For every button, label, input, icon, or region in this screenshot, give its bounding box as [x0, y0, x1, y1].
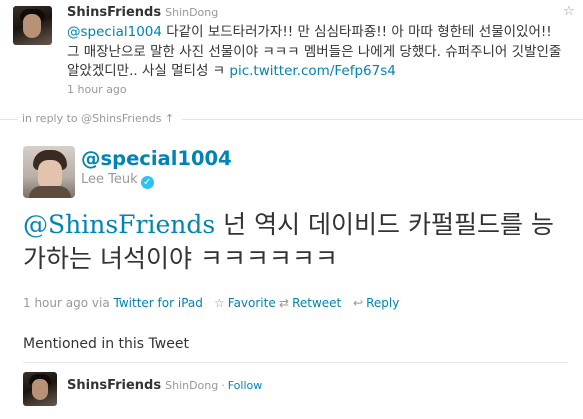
- parent-timestamp[interactable]: 1 hour ago: [67, 83, 127, 96]
- divider-line-left: [0, 119, 18, 120]
- follow-link[interactable]: Follow: [228, 379, 263, 392]
- source-app-link[interactable]: Twitter for iPad: [114, 296, 203, 310]
- reply-button[interactable]: ↩ Reply: [353, 296, 399, 310]
- retweet-button[interactable]: ⇄ Retweet: [279, 296, 341, 310]
- mentioned-user: ShinsFriends ShinDong · Follow: [67, 378, 262, 393]
- divider-line-right: [182, 119, 583, 120]
- mentioned-heading: Mentioned in this Tweet: [23, 336, 189, 352]
- main-avatar[interactable]: [23, 146, 75, 198]
- parent-mention-link[interactable]: @special1004: [67, 24, 162, 40]
- via-label: via: [91, 296, 110, 310]
- in-reply-to-link[interactable]: in reply to @ShinsFriends ↑: [22, 112, 174, 125]
- avatar[interactable]: [13, 6, 52, 45]
- parent-tweet: ShinsFriends ShinDong ☆ @special1004 다같이 …: [0, 0, 583, 102]
- parent-pic-link[interactable]: pic.twitter.com/Fefp67s4: [229, 63, 395, 79]
- reply-icon: ↩: [353, 296, 364, 310]
- main-handle[interactable]: @special1004: [81, 147, 232, 170]
- mentioned-avatar-face: [32, 379, 48, 400]
- in-reply-divider: in reply to @ShinsFriends ↑: [0, 110, 583, 130]
- mentioned-separator: [23, 362, 568, 363]
- main-mention-link[interactable]: @ShinsFriends: [23, 210, 215, 239]
- star-icon[interactable]: ☆: [563, 5, 575, 18]
- parent-real-name: ShinDong: [165, 6, 219, 19]
- favorite-button[interactable]: ☆ Favorite: [214, 296, 276, 310]
- reply-label: Reply: [366, 296, 400, 310]
- main-author-name: Lee Teuk ✓: [81, 172, 154, 189]
- parent-author: ShinsFriends ShinDong: [67, 5, 218, 20]
- mentioned-avatar[interactable]: [23, 372, 57, 406]
- favorite-label: Favorite: [227, 296, 276, 310]
- dot-separator: ·: [221, 379, 225, 392]
- mentioned-screen-name[interactable]: ShinsFriends: [67, 378, 161, 393]
- main-timestamp[interactable]: 1 hour ago: [23, 296, 88, 310]
- retweet-label: Retweet: [292, 296, 342, 310]
- star-icon: ☆: [214, 296, 225, 310]
- main-tweet-text: @ShinsFriends 넌 역시 데이비드 카펄필드를 능가하는 녀석이야 …: [23, 208, 568, 276]
- retweet-icon: ⇄: [279, 296, 290, 310]
- parent-tweet-text: @special1004 다같이 보드타러가자!! 만 심심타파죵!! 아 마따…: [67, 23, 567, 82]
- verified-badge-icon: ✓: [140, 176, 154, 189]
- mentioned-real-name: ShinDong: [165, 379, 219, 392]
- tweet-meta: 1 hour ago via Twitter for iPad: [23, 296, 203, 310]
- main-avatar-body: [29, 186, 71, 198]
- avatar-face: [23, 14, 41, 38]
- parent-screen-name[interactable]: ShinsFriends: [67, 5, 161, 20]
- main-name-text: Lee Teuk: [81, 172, 138, 187]
